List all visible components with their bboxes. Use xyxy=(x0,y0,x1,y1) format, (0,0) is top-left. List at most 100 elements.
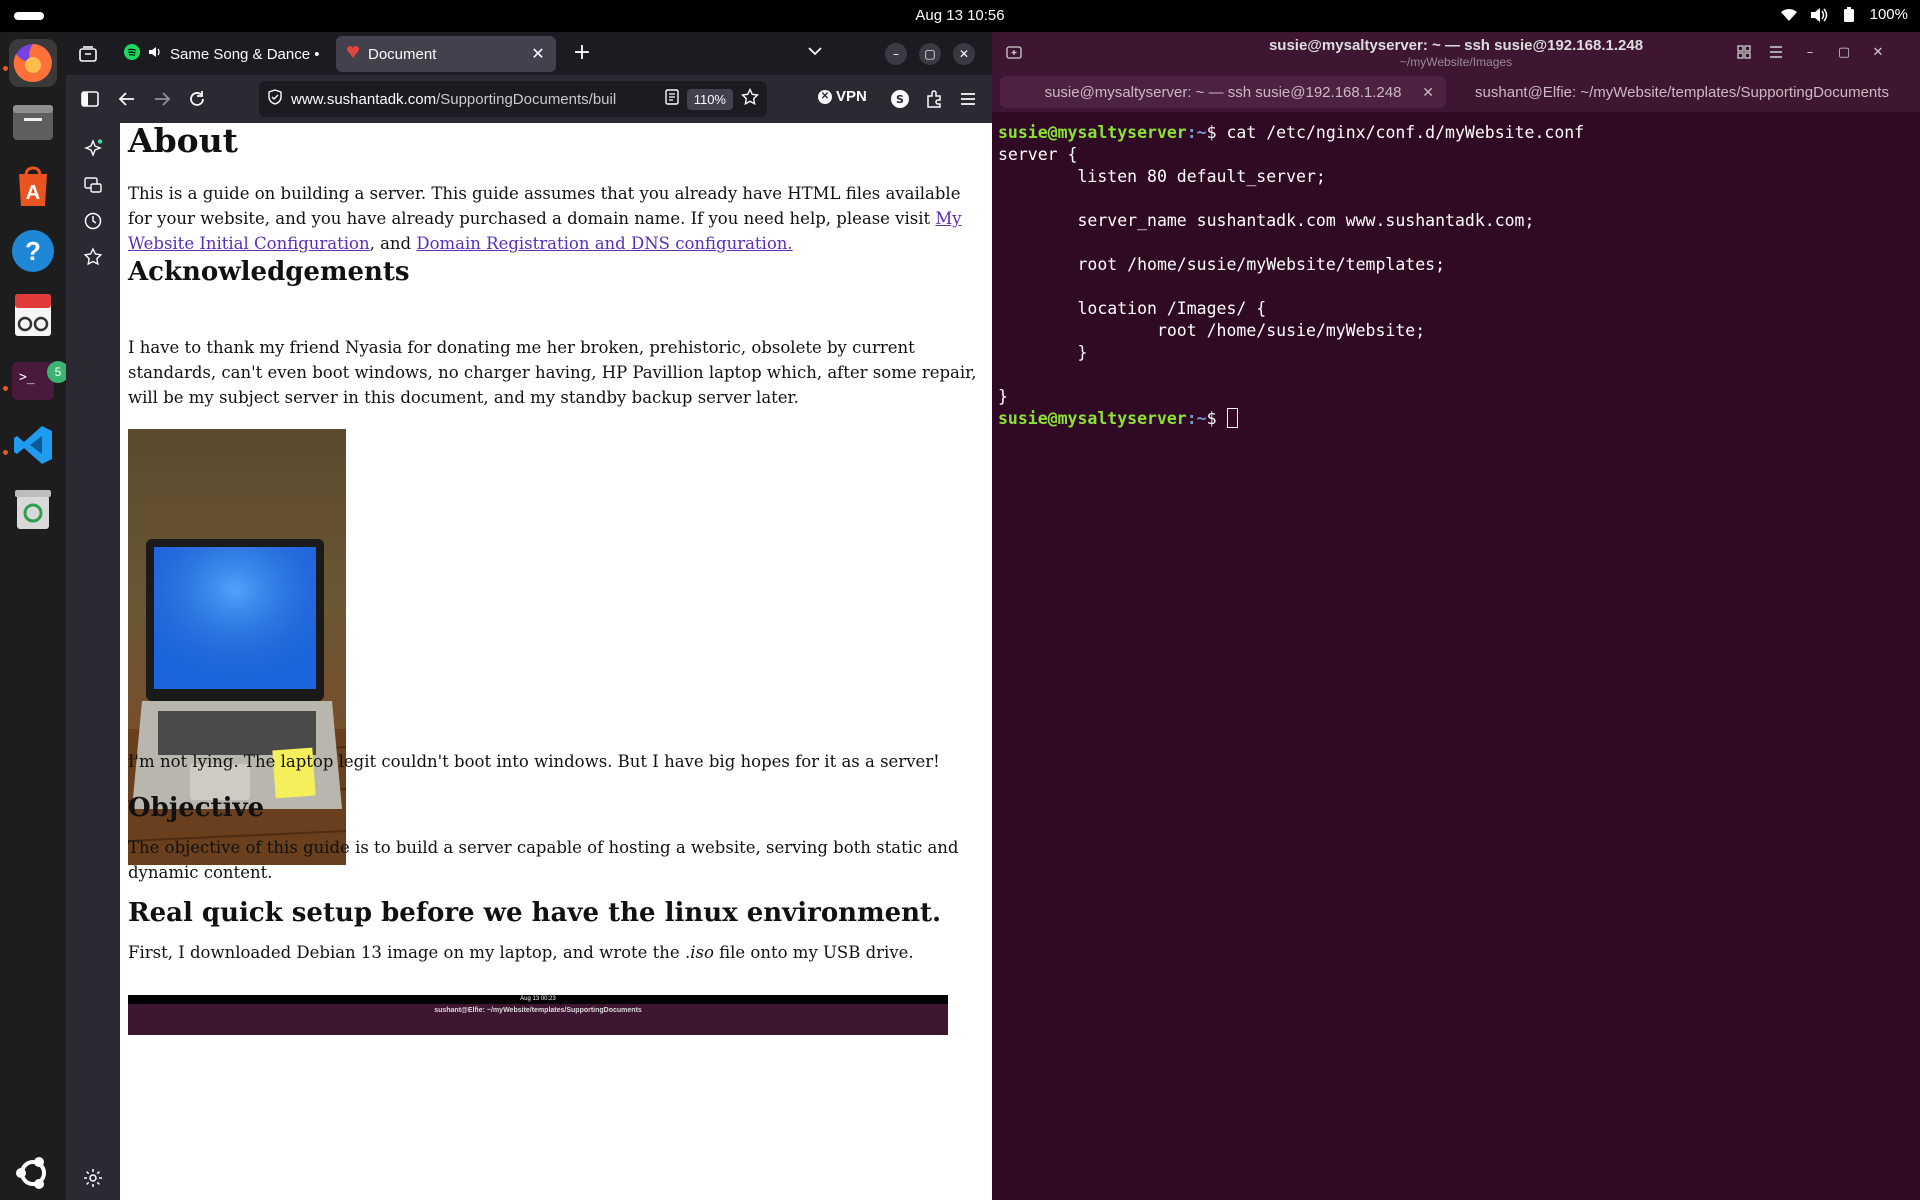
output-line: root /home/susie/myWebsite; xyxy=(998,321,1426,340)
web-page: About This is a guide on building a serv… xyxy=(120,123,992,1200)
hamburger-menu-icon[interactable] xyxy=(1766,42,1786,62)
close-button[interactable]: ✕ xyxy=(953,43,975,65)
tab-strip: Same Song & Dance • I Document ✕ + – ▢ ✕ xyxy=(66,32,992,75)
prompt-line: susie@mysaltyserver:~$ xyxy=(998,408,1914,430)
command-line: susie@mysaltyserver:~$ cat /etc/nginx/co… xyxy=(998,123,1585,142)
minimize-button[interactable]: – xyxy=(1800,42,1820,62)
maximize-button[interactable]: ▢ xyxy=(1834,42,1854,62)
tab-document[interactable]: Document ✕ xyxy=(336,36,556,72)
terminal-output[interactable]: susie@mysaltyserver:~$ cat /etc/nginx/co… xyxy=(998,122,1914,430)
navigation-toolbar: www.sushantadk.com/SupportingDocuments/b… xyxy=(66,75,992,123)
url-domain: www.sushantadk.com xyxy=(291,90,437,108)
terminal-tab-ssh[interactable]: susie@mysaltyserver: ~ — ssh susie@192.1… xyxy=(1000,76,1446,108)
tab-spotify[interactable]: Same Song & Dance • I xyxy=(114,36,330,72)
synced-tabs-icon[interactable] xyxy=(81,173,105,197)
firefox-window: Same Song & Dance • I Document ✕ + – ▢ ✕ xyxy=(66,32,992,1200)
help-icon[interactable]: ? xyxy=(9,227,57,275)
url-path: /SupportingDocuments/buil xyxy=(436,90,617,108)
site-security-icon[interactable] xyxy=(267,89,283,109)
dock: A ? >_ 5 xyxy=(0,32,69,1200)
ai-chatbot-icon[interactable] xyxy=(81,137,105,161)
running-indicator xyxy=(3,66,8,71)
paragraph-objective: The objective of this guide is to build … xyxy=(128,838,959,882)
volume-icon xyxy=(1810,7,1828,23)
reader-view-icon[interactable] xyxy=(665,89,679,109)
battery-icon xyxy=(1840,6,1858,23)
output-line: root /home/susie/myWebsite/templates; xyxy=(998,255,1446,274)
terminal-tab-local[interactable]: sushant@Elfie: ~/myWebsite/templates/Sup… xyxy=(1452,76,1912,108)
app-center-icon[interactable]: A xyxy=(9,163,57,211)
forward-button[interactable] xyxy=(150,87,174,111)
vpn-label: VPN xyxy=(836,88,867,105)
back-button[interactable] xyxy=(115,87,139,111)
page-favicon-icon xyxy=(346,45,360,63)
wifi-icon xyxy=(1780,7,1798,23)
account-avatar[interactable]: S xyxy=(888,87,912,111)
vpn-button[interactable]: ✕ VPN xyxy=(818,88,867,105)
embedded-terminal-title: sushant@Elfie: ~/myWebsite/templates/Sup… xyxy=(434,1007,642,1014)
url-text[interactable]: www.sushantadk.com/SupportingDocuments/b… xyxy=(291,91,657,108)
embedded-topbar: Aug 13 00:23 xyxy=(128,995,948,1004)
sidebar-toggle-icon[interactable] xyxy=(78,87,102,111)
output-line: server_name sushantadk.com www.sushantad… xyxy=(998,211,1535,230)
vpn-off-icon: ✕ xyxy=(818,89,832,104)
embedded-screenshot: Aug 13 00:23 sushant@Elfie: ~/myWebsite/… xyxy=(128,995,948,1035)
battery-percent: 100% xyxy=(1869,6,1908,23)
new-tab-button[interactable]: + xyxy=(570,41,594,65)
bookmarks-icon[interactable] xyxy=(81,245,105,269)
heading-about: About xyxy=(128,123,238,160)
embedded-terminal-header: sushant@Elfie: ~/myWebsite/templates/Sup… xyxy=(128,1004,948,1035)
tab-label: sushant@Elfie: ~/myWebsite/templates/Sup… xyxy=(1475,83,1889,101)
url-bar[interactable]: www.sushantadk.com/SupportingDocuments/b… xyxy=(259,81,767,117)
extensions-icon[interactable] xyxy=(922,87,946,111)
vscode-icon[interactable] xyxy=(9,421,57,469)
maximize-button[interactable]: ▢ xyxy=(919,43,941,65)
app-grid-icon[interactable] xyxy=(9,1149,57,1197)
command-text: cat /etc/nginx/conf.d/myWebsite.conf xyxy=(1226,123,1585,142)
tab-overview-button[interactable] xyxy=(78,44,100,66)
embedded-clock: Aug 13 00:23 xyxy=(520,996,556,1002)
link-domain-registration[interactable]: Domain Registration and DNS configuratio… xyxy=(416,234,792,253)
bookmark-star-icon[interactable] xyxy=(740,87,760,110)
close-tab-icon[interactable]: ✕ xyxy=(1422,84,1434,101)
close-tab-icon[interactable]: ✕ xyxy=(530,44,546,64)
running-indicator xyxy=(3,386,8,391)
terminal-tab-strip: susie@mysaltyserver: ~ — ssh susie@192.1… xyxy=(992,72,1920,112)
output-line: } xyxy=(998,343,1088,362)
paragraph-not-lying: I'm not lying. The laptop legit couldn't… xyxy=(128,752,940,771)
speaker-icon[interactable] xyxy=(148,45,162,63)
output-line: location /Images/ { xyxy=(998,299,1267,318)
svg-text:A: A xyxy=(26,182,40,204)
reload-button[interactable] xyxy=(185,87,209,111)
trash-icon[interactable] xyxy=(9,485,57,533)
output-line: server { xyxy=(998,145,1078,164)
menu-icon[interactable] xyxy=(956,87,980,111)
paragraph-acknowledgements: I have to thank my friend Nyasia for don… xyxy=(128,338,977,407)
output-line: listen 80 default_server; xyxy=(998,167,1326,186)
zoom-level[interactable]: 110% xyxy=(686,88,733,110)
list-all-tabs-icon[interactable] xyxy=(806,42,826,62)
history-icon[interactable] xyxy=(81,209,105,233)
system-tray[interactable]: 100% xyxy=(1780,6,1908,23)
tab-label: Document xyxy=(368,45,437,63)
clock[interactable]: Aug 13 10:56 xyxy=(0,7,1920,24)
minimize-button[interactable]: – xyxy=(885,43,907,65)
tab-label: susie@mysaltyserver: ~ — ssh susie@192.1… xyxy=(1044,83,1402,101)
close-button[interactable]: ✕ xyxy=(1868,42,1888,62)
document-viewer-icon[interactable] xyxy=(9,291,57,339)
paragraph-about: This is a guide on building a server. Th… xyxy=(128,184,962,253)
svg-text:?: ? xyxy=(25,236,41,266)
paragraph-setup: First, I downloaded Debian 13 image on m… xyxy=(128,943,914,962)
tab-overview-icon[interactable] xyxy=(1734,42,1754,62)
files-icon[interactable] xyxy=(9,99,57,147)
firefox-icon[interactable] xyxy=(9,39,57,87)
sidebar-settings-icon[interactable] xyxy=(81,1166,105,1190)
terminal-icon[interactable]: >_ 5 xyxy=(9,357,69,405)
heading-acknowledgements: Acknowledgements xyxy=(128,257,410,287)
running-indicator xyxy=(3,450,8,455)
heading-objective: Objective xyxy=(128,793,265,823)
terminal-header: susie@mysaltyserver: ~ — ssh susie@192.1… xyxy=(992,32,1920,72)
tab-label: Same Song & Dance • I xyxy=(170,45,320,63)
